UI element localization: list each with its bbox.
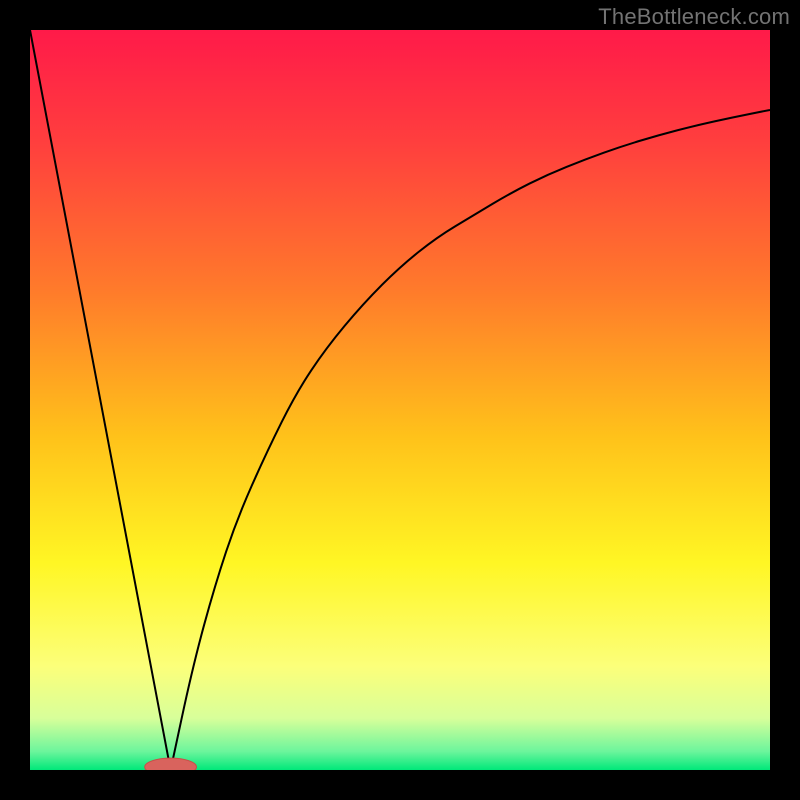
plot-area: [30, 30, 770, 770]
watermark-label: TheBottleneck.com: [598, 4, 790, 30]
chart-frame: TheBottleneck.com: [0, 0, 800, 800]
gradient-background: [30, 30, 770, 770]
bottleneck-chart: [30, 30, 770, 770]
